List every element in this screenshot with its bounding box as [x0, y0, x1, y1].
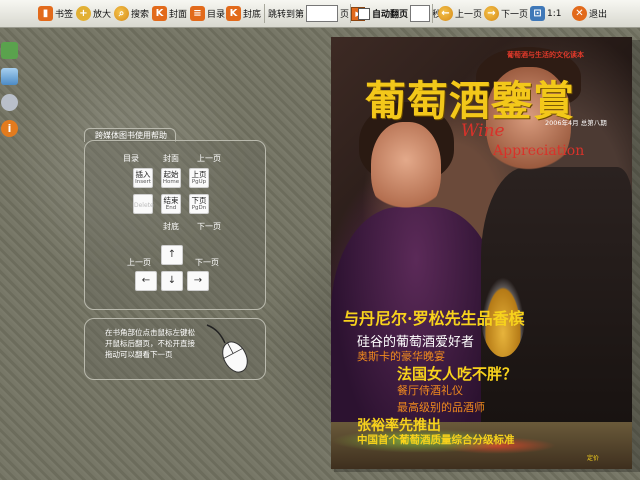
key-label-prev: 上一页 — [197, 154, 221, 163]
cover-headline: 与丹尼尔·罗松先生品香槟 — [343, 309, 525, 328]
key-label-next: 下一页 — [197, 222, 221, 231]
key-end: 结束 End — [161, 194, 181, 214]
prev-page-button[interactable]: ← 上一页 — [438, 5, 482, 22]
zoom-button[interactable]: + 放大 — [76, 5, 111, 22]
cover-title: 葡萄酒鑒賞 — [365, 77, 575, 125]
toolbar-divider — [432, 4, 433, 23]
mouse-icon — [206, 324, 248, 373]
cover-headline: 中国首个葡萄酒质量综合分级标准 — [357, 434, 515, 446]
toc-icon: ≡ — [190, 6, 205, 21]
cover-headline: 餐厅侍酒礼仪 — [397, 384, 463, 397]
arrow-right-icon: → — [484, 6, 499, 21]
key-delete: Delete — [133, 194, 154, 214]
fit-page-icon: ⊡ — [530, 6, 545, 21]
search-button[interactable]: ⌕ 搜索 — [114, 5, 149, 22]
cover-headline: 奥斯卡的豪华晚宴 — [357, 350, 445, 363]
mouse-help-panel: 在书角部位点击鼠标左键松开鼠标后翻页，不松开直接拖动可以翻看下一页 — [84, 318, 266, 380]
cover-price: 定价 — [587, 455, 600, 462]
info-icon[interactable]: i — [1, 120, 18, 137]
cover-headline: 法国女人吃不胖？ — [397, 365, 518, 383]
arrow-label-next: 下一页 — [195, 258, 219, 267]
bookmark-icon: ▮ — [38, 6, 53, 21]
back-cover-button[interactable]: K 封底 — [226, 5, 261, 22]
first-page-icon: K — [152, 6, 167, 21]
key-home: 起始 Home — [161, 168, 181, 188]
toolbar-divider — [264, 4, 265, 23]
key-pgdn: 下页 PgDn — [189, 194, 209, 214]
help-panel: 目录 封面 上一页 插入 Insert 起始 Home 上页 PgUp Delete … — [84, 140, 266, 310]
goto-page-input[interactable] — [306, 5, 339, 22]
key-pgup: 上页 PgUp — [189, 168, 209, 188]
mouse-help-text: 在书角部位点击鼠标左键松开鼠标后翻页，不松开直接拖动可以翻看下一页 — [105, 328, 195, 359]
bookmark-button[interactable]: ▮ 书签 — [38, 5, 73, 22]
cover-issue: 2006年4月 总第八期 — [545, 119, 607, 127]
cover-photo-face — [371, 122, 441, 217]
key-label-toc: 目录 — [123, 154, 139, 163]
cover-english-title-1: Wine — [461, 121, 505, 141]
image-icon[interactable] — [1, 68, 18, 85]
key-arrow-right: → — [187, 271, 209, 291]
key-arrow-up: ↑ — [161, 245, 183, 265]
cover-tagline: 葡萄酒与生活的文化读本 — [507, 51, 584, 59]
arrow-left-icon: ← — [438, 6, 453, 21]
last-page-icon: K — [226, 6, 241, 21]
toolbar-divider — [350, 4, 351, 23]
cover-headline: 最高级别的品酒师 — [397, 401, 485, 414]
toolbar: ▮ 书签 + 放大 ⌕ 搜索 K 封面 ≡ 目录 K 封底 跳转到第 页 ▶ 自… — [0, 0, 640, 28]
auto-flip-group: 自动翻页 秒 — [358, 5, 441, 22]
auto-flip-seconds-input[interactable] — [410, 5, 431, 22]
key-arrow-down: ↓ — [161, 271, 183, 291]
actual-size-button[interactable]: ⊡ 1:1 — [530, 5, 561, 22]
toc-button[interactable]: ≡ 目录 — [190, 5, 225, 22]
exit-button[interactable]: ✕ 退出 — [572, 5, 607, 22]
close-icon: ✕ — [572, 6, 587, 21]
search-icon: ⌕ — [114, 6, 129, 21]
key-label-cover: 封面 — [163, 154, 179, 163]
gear-icon[interactable] — [1, 94, 18, 111]
cover-button[interactable]: K 封面 — [152, 5, 187, 22]
magnifier-icon: + — [76, 6, 91, 21]
auto-flip-checkbox[interactable] — [358, 7, 370, 20]
next-page-button[interactable]: → 下一页 — [484, 5, 528, 22]
magazine-cover-page[interactable]: 葡萄酒与生活的文化读本 葡萄酒鑒賞 Wine 2006年4月 总第八期 Appr… — [331, 37, 632, 469]
arrow-label-prev: 上一页 — [127, 258, 151, 267]
cover-english-title-2: Appreciation — [493, 143, 585, 159]
key-insert: 插入 Insert — [133, 168, 153, 188]
side-toolbar: i — [1, 42, 19, 146]
key-arrow-left: ← — [135, 271, 157, 291]
book-icon[interactable] — [1, 42, 18, 59]
key-label-back-cover: 封底 — [163, 222, 179, 231]
